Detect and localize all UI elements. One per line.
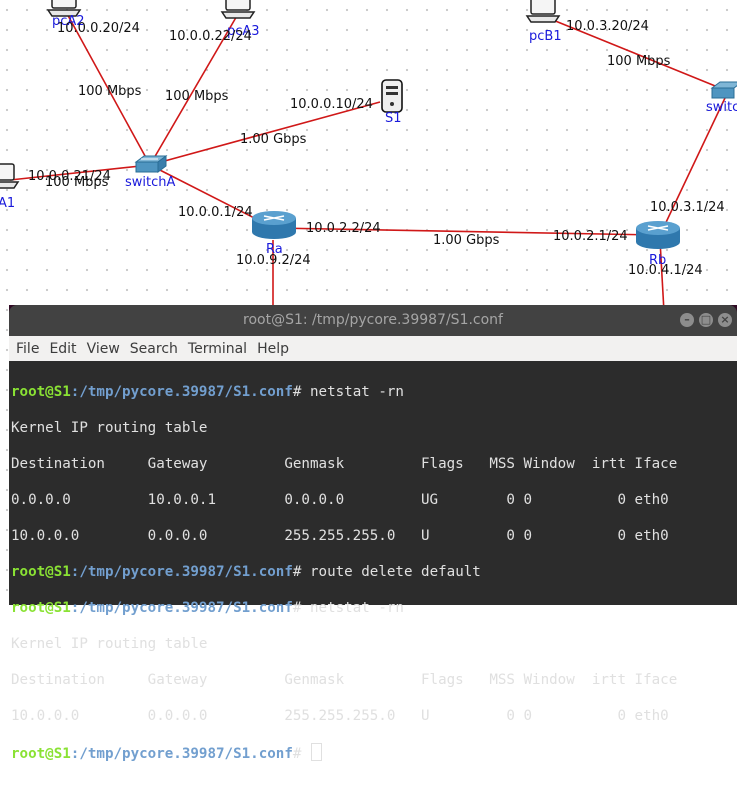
ip-label: 10.0.4.1/24 <box>628 263 703 278</box>
terminal-titlebar[interactable]: root@S1: /tmp/pycore.39987/S1.conf – □ × <box>9 305 737 336</box>
table-row: 10.0.0.0 0.0.0.0 255.255.255.0 U 0 0 0 e… <box>11 528 669 544</box>
window-title: root@S1: /tmp/pycore.39987/S1.conf <box>243 312 503 328</box>
ip-label: 10.0.0.10/24 <box>290 97 373 112</box>
menu-terminal[interactable]: Terminal <box>188 341 247 357</box>
table-header: Destination Gateway Genmask Flags MSS Wi… <box>11 456 678 472</box>
laptop-icon[interactable] <box>525 0 561 23</box>
node-label-pcB1: pcB1 <box>529 29 562 44</box>
menu-edit[interactable]: Edit <box>49 341 76 357</box>
ip-label: 10.0.0.22/24 <box>169 29 252 44</box>
ip-label: 10.0.0.1/24 <box>178 205 253 220</box>
ip-label: 10.0.0.20/24 <box>57 21 140 36</box>
router-icon[interactable] <box>636 221 680 249</box>
table-row: 10.0.0.0 0.0.0.0 255.255.255.0 U 0 0 0 e… <box>11 708 669 724</box>
switch-icon[interactable] <box>134 155 168 173</box>
terminal-window[interactable]: root@S1: /tmp/pycore.39987/S1.conf – □ ×… <box>9 305 737 762</box>
prompt-line: root@S1:/tmp/pycore.39987/S1.conf# netst… <box>11 600 404 616</box>
menu-help[interactable]: Help <box>257 341 289 357</box>
prompt-line: root@S1:/tmp/pycore.39987/S1.conf# <box>11 743 737 762</box>
laptop-icon[interactable] <box>220 0 256 19</box>
ip-label: 10.0.9.2/24 <box>236 253 311 268</box>
terminal-menubar: File Edit View Search Terminal Help <box>9 336 737 361</box>
laptop-icon[interactable] <box>0 163 20 189</box>
prompt-line: root@S1:/tmp/pycore.39987/S1.conf# route… <box>11 564 481 580</box>
terminal-cursor[interactable] <box>310 743 322 761</box>
bandwidth-label: 100 Mbps <box>78 84 142 99</box>
node-label-S1: S1 <box>385 111 402 126</box>
menu-view[interactable]: View <box>87 341 120 357</box>
menu-file[interactable]: File <box>16 341 39 357</box>
server-icon[interactable] <box>381 79 403 113</box>
bandwidth-label: 1.00 Gbps <box>433 233 500 248</box>
output-line: Kernel IP routing table <box>11 636 208 652</box>
maximize-icon[interactable]: □ <box>699 313 713 327</box>
ip-label: 10.0.2.2/24 <box>306 221 381 236</box>
table-row: 0.0.0.0 10.0.0.1 0.0.0.0 UG 0 0 0 eth0 <box>11 492 669 508</box>
bandwidth-label: 100 Mbps <box>607 54 671 69</box>
command-text: netstat -rn <box>309 384 404 400</box>
bandwidth-label: 100 Mbps <box>45 175 109 190</box>
terminal-output[interactable]: root@S1:/tmp/pycore.39987/S1.conf# netst… <box>9 361 737 762</box>
ip-label: 10.0.3.1/24 <box>650 200 725 215</box>
router-icon[interactable] <box>252 211 296 239</box>
node-label-pcA1: A1 <box>0 196 15 211</box>
command-text: netstat -rn <box>309 600 404 616</box>
ip-label: 10.0.3.20/24 <box>566 19 649 34</box>
bandwidth-label: 1.00 Gbps <box>240 132 307 147</box>
command-text: route delete default <box>309 564 481 580</box>
node-label-switchA: switchA <box>125 175 176 190</box>
close-icon[interactable]: × <box>718 313 732 327</box>
prompt-line: root@S1:/tmp/pycore.39987/S1.conf# netst… <box>11 384 404 400</box>
menu-search[interactable]: Search <box>130 341 178 357</box>
output-line: Kernel IP routing table <box>11 420 208 436</box>
switch-icon[interactable] <box>710 81 737 99</box>
ip-label: 10.0.2.1/24 <box>553 229 628 244</box>
table-header: Destination Gateway Genmask Flags MSS Wi… <box>11 672 678 688</box>
node-label-switchB: switc <box>706 100 737 115</box>
minimize-icon[interactable]: – <box>680 313 694 327</box>
bandwidth-label: 100 Mbps <box>165 89 229 104</box>
